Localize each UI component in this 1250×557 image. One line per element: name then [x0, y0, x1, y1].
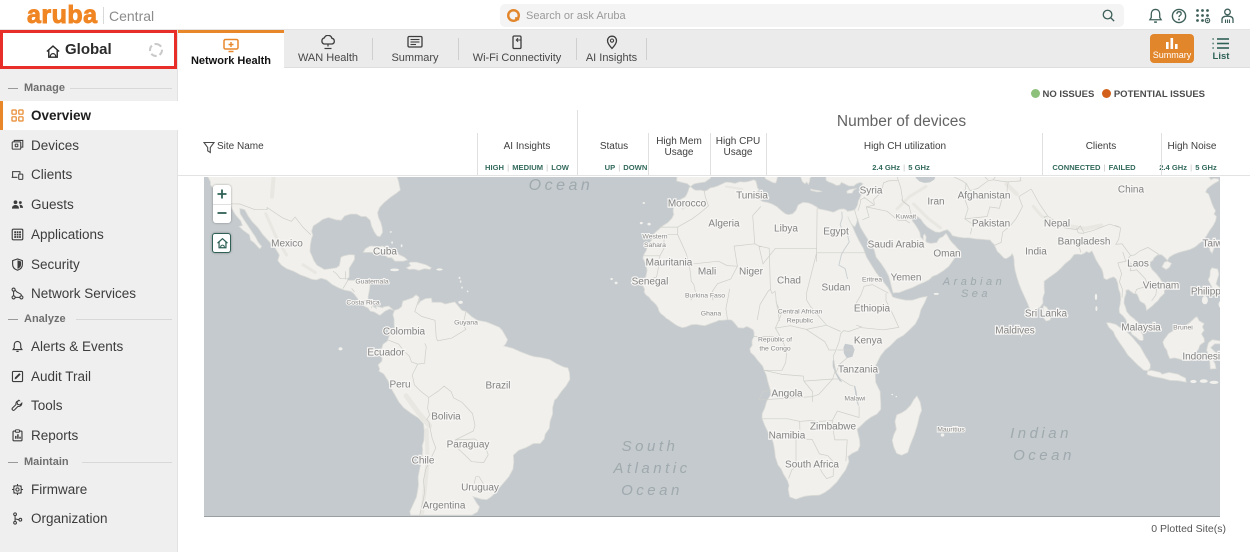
svg-text:Arabian: Arabian [942, 276, 1005, 288]
svg-text:Chile: Chile [412, 456, 435, 467]
svg-text:Mali: Mali [698, 267, 716, 278]
svg-text:India: India [1025, 247, 1047, 258]
svg-text:Angola: Angola [771, 389, 803, 400]
svg-text:Burkina Faso: Burkina Faso [685, 293, 725, 300]
svg-text:South Africa: South Africa [785, 460, 839, 471]
svg-text:Laos: Laos [1127, 259, 1149, 270]
svg-text:Indonesia: Indonesia [1182, 352, 1220, 363]
svg-text:Bolivia: Bolivia [431, 412, 461, 423]
svg-text:Argentina: Argentina [423, 501, 466, 512]
svg-text:Kuwait: Kuwait [896, 214, 917, 221]
svg-text:Indian: Indian [1010, 425, 1072, 442]
svg-text:Chad: Chad [777, 276, 801, 287]
svg-text:Paraguay: Paraguay [447, 440, 490, 451]
svg-text:Oman: Oman [933, 249, 960, 260]
svg-text:Vietnam: Vietnam [1143, 281, 1180, 292]
svg-text:Pakistan: Pakistan [972, 219, 1010, 230]
svg-text:Sudan: Sudan [822, 283, 851, 294]
svg-text:Kenya: Kenya [854, 336, 883, 347]
svg-text:Malawi: Malawi [844, 396, 866, 403]
svg-text:Guyana: Guyana [454, 320, 478, 327]
svg-text:Yemen: Yemen [891, 273, 922, 284]
svg-text:Ecuador: Ecuador [367, 348, 405, 359]
svg-text:Iran: Iran [927, 197, 944, 208]
svg-text:Zimbabwe: Zimbabwe [810, 422, 857, 433]
svg-text:Maldives: Maldives [995, 326, 1034, 337]
svg-text:Western: Western [642, 234, 667, 241]
svg-text:Namibia: Namibia [769, 431, 806, 442]
svg-text:Morocco: Morocco [668, 199, 707, 210]
svg-text:Colombia: Colombia [383, 327, 426, 338]
svg-text:Republic of: Republic of [758, 337, 792, 344]
svg-text:Ocean: Ocean [621, 482, 683, 499]
svg-text:Mexico: Mexico [271, 239, 303, 250]
svg-text:Sri Lanka: Sri Lanka [1025, 309, 1068, 320]
svg-text:Ocean: Ocean [529, 177, 594, 194]
svg-text:Guatemala: Guatemala [355, 279, 388, 286]
svg-text:Taiwan: Taiwan [1202, 239, 1220, 250]
svg-text:Central African: Central African [778, 309, 823, 316]
svg-text:Cuba: Cuba [373, 247, 397, 258]
svg-text:Nepal: Nepal [1044, 219, 1070, 230]
svg-text:Atlantic: Atlantic [612, 460, 690, 477]
svg-text:Sea: Sea [961, 288, 991, 300]
svg-text:Egypt: Egypt [823, 227, 849, 238]
svg-text:Brazil: Brazil [485, 381, 510, 392]
svg-text:Senegal: Senegal [632, 277, 669, 288]
svg-text:South: South [622, 438, 679, 455]
svg-text:Ocean: Ocean [1013, 447, 1075, 464]
svg-text:Philippines: Philippines [1191, 287, 1220, 298]
svg-text:Saudi Arabia: Saudi Arabia [868, 240, 925, 251]
svg-text:Ghana: Ghana [701, 311, 722, 318]
svg-text:Algeria: Algeria [708, 219, 740, 230]
svg-text:Niger: Niger [739, 267, 764, 278]
svg-text:the Congo: the Congo [759, 346, 791, 353]
svg-text:Brunei: Brunei [1173, 325, 1193, 332]
svg-text:Mauritius: Mauritius [937, 427, 965, 434]
svg-text:Costa Rica: Costa Rica [346, 300, 379, 307]
svg-text:Bangladesh: Bangladesh [1058, 237, 1111, 248]
svg-text:China: China [1118, 185, 1145, 196]
svg-text:Republic: Republic [787, 318, 814, 325]
svg-text:Peru: Peru [389, 380, 410, 391]
svg-text:Tanzania: Tanzania [838, 365, 878, 376]
svg-text:Mauritania: Mauritania [646, 258, 693, 269]
svg-text:Syria: Syria [860, 186, 883, 197]
svg-text:Uruguay: Uruguay [461, 483, 499, 494]
svg-text:Ethiopia: Ethiopia [854, 304, 891, 315]
svg-text:Sahara: Sahara [644, 242, 666, 249]
svg-text:Libya: Libya [774, 224, 798, 235]
svg-text:Afghanistan: Afghanistan [958, 191, 1011, 202]
svg-text:Malaysia: Malaysia [1121, 323, 1161, 334]
svg-text:Tunisia: Tunisia [736, 191, 768, 202]
svg-text:Eritrea: Eritrea [862, 277, 882, 284]
